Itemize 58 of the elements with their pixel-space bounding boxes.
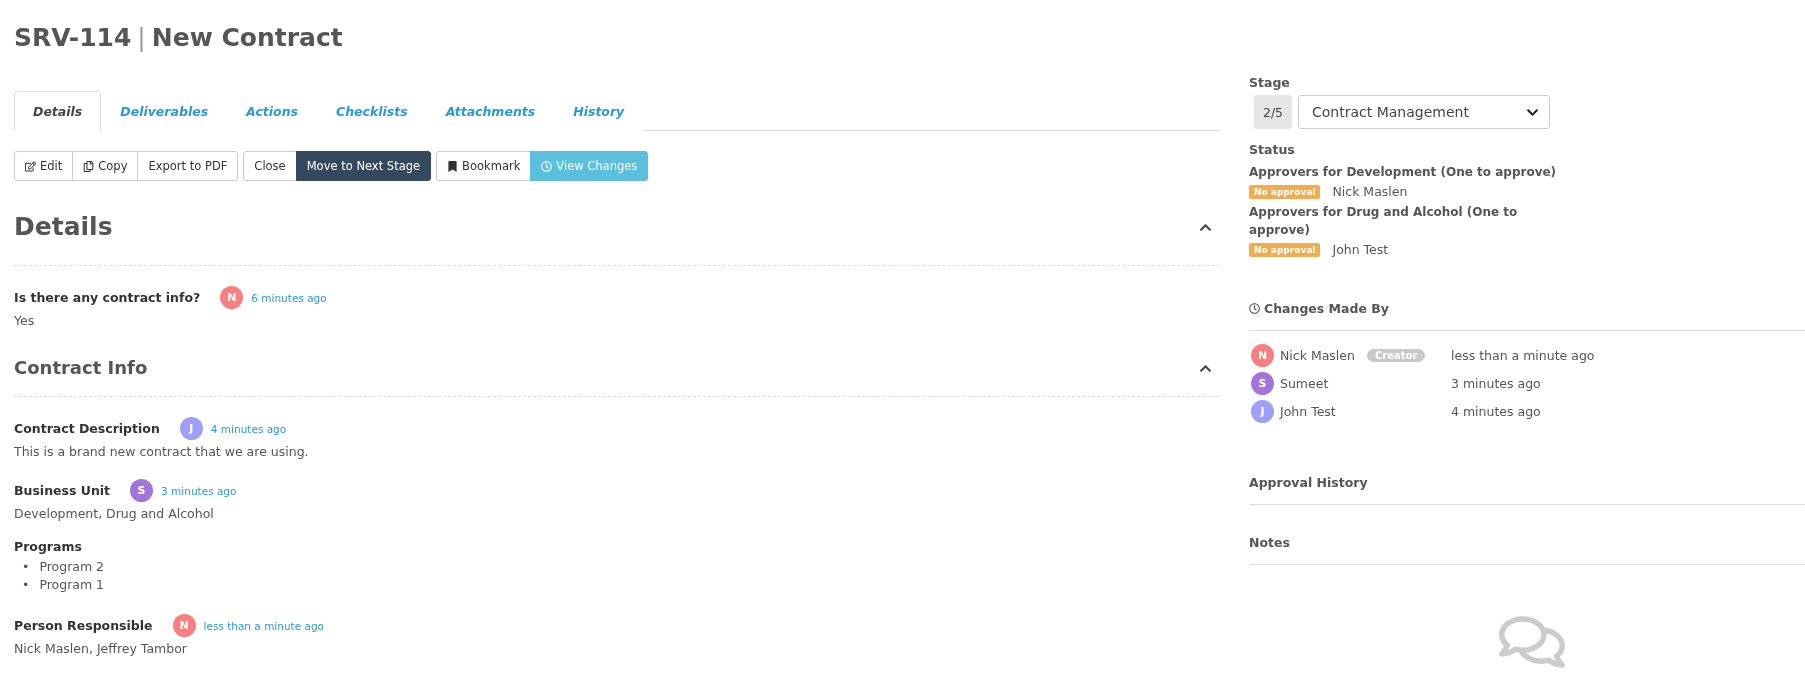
user-avatar: J xyxy=(1251,399,1274,423)
stage-label: Stage xyxy=(1249,74,1291,92)
user-avatar: N xyxy=(1251,343,1274,367)
change-time: less than a minute ago xyxy=(1451,347,1596,363)
user-name: Nick Maslen xyxy=(1280,347,1355,363)
user-avatar: N xyxy=(220,286,244,309)
toolbar-button[interactable]: Bookmark xyxy=(436,151,532,181)
approver-group-title: Approvers for Drug and Alcohol (One to approve) xyxy=(1249,204,1519,239)
field-value: Yes xyxy=(14,313,36,328)
status-badge: No approval xyxy=(1249,184,1321,199)
stage-step: 2/5 xyxy=(1254,95,1292,129)
user-avatar: S xyxy=(1251,371,1274,395)
bookmark-icon xyxy=(447,160,459,172)
field-label: Contract Description xyxy=(14,421,160,436)
user-name: Sumeet xyxy=(1280,375,1329,391)
bullet: • xyxy=(22,558,30,576)
field-label: Business Unit xyxy=(14,483,111,498)
user-avatar: S xyxy=(130,479,154,502)
approver-name: John Test xyxy=(1332,242,1389,257)
list-item: Program 2 xyxy=(39,558,105,576)
timestamp: 4 minutes ago xyxy=(210,422,287,435)
approver-group-title: Approvers for Development (One to approve) xyxy=(1249,164,1558,181)
section-title: Contract Info xyxy=(14,356,148,380)
list-item: Program 1 xyxy=(39,576,105,594)
user-avatar: N xyxy=(172,614,196,637)
timestamp: 3 minutes ago xyxy=(161,484,237,497)
field-value: Nick Maslen, Jeffrey Tambor xyxy=(14,641,188,656)
change-time: 4 minutes ago xyxy=(1451,403,1542,419)
bullet: • xyxy=(22,576,30,594)
copy-icon xyxy=(83,160,95,172)
clock-icon xyxy=(1249,303,1260,314)
panel-title: Approval History xyxy=(1249,475,1805,505)
field-value: Development, Drug and Alcohol xyxy=(14,506,215,521)
toolbar-button[interactable]: Copy xyxy=(72,151,139,181)
timestamp: less than a minute ago xyxy=(203,619,325,632)
field-label: Programs xyxy=(14,539,82,554)
panel-title: Notes xyxy=(1249,535,1805,565)
stage-select[interactable]: Contract Management xyxy=(1298,95,1550,129)
user-name: John Test xyxy=(1280,403,1336,419)
edit-icon xyxy=(25,160,36,172)
status-badge: No approval xyxy=(1249,242,1321,257)
next-stage-button[interactable]: Move to Next Stage xyxy=(295,151,432,181)
toolbar-button[interactable]: Edit xyxy=(14,151,74,181)
clock-icon xyxy=(541,160,553,172)
approver-name: Nick Maslen xyxy=(1332,184,1408,199)
change-time: 3 minutes ago xyxy=(1451,375,1542,391)
page-title: SRV-114 | New Contract xyxy=(14,22,344,54)
toolbar-button[interactable]: Export to PDF xyxy=(137,151,239,181)
field-label: Is there any contract info? xyxy=(14,290,201,305)
toolbar-button[interactable]: Close xyxy=(243,151,297,181)
section-title: Details xyxy=(14,211,113,243)
status-label: Status xyxy=(1249,141,1296,159)
tab[interactable]: Details xyxy=(14,91,102,131)
panel-title: Changes Made By xyxy=(1264,301,1389,316)
field-value: This is a brand new contract that we are using. xyxy=(14,444,310,459)
field-label: Person Responsible xyxy=(14,618,153,633)
timestamp: 6 minutes ago xyxy=(251,291,327,304)
user-avatar: J xyxy=(179,417,203,440)
